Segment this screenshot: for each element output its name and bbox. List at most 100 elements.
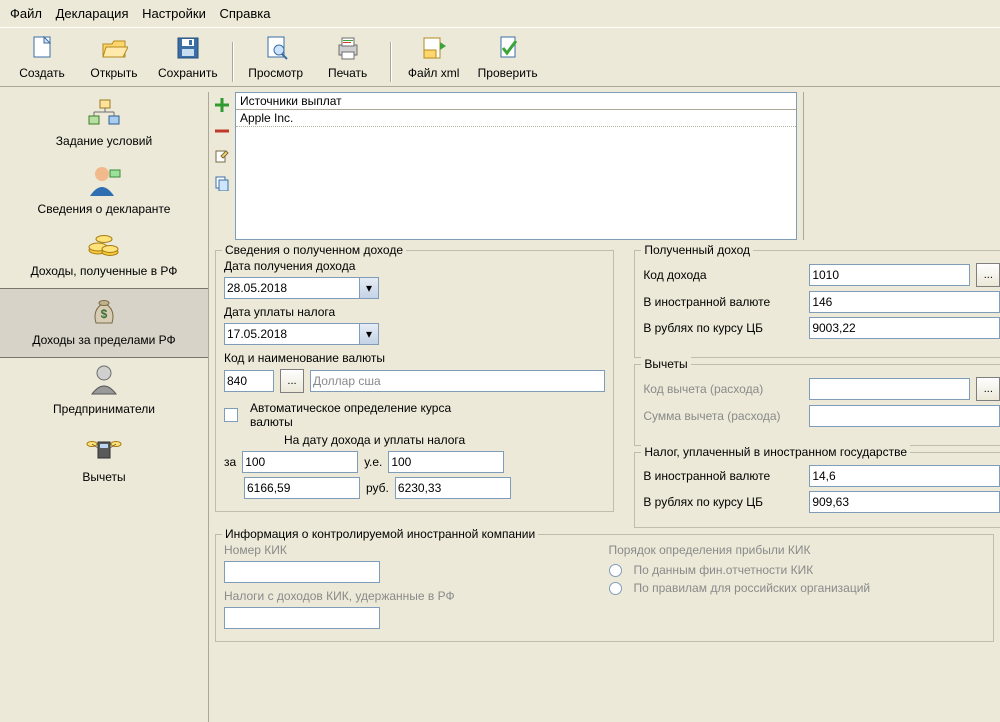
auto-rate-checkbox[interactable] bbox=[224, 408, 238, 422]
sidebar-income-rf-label: Доходы, полученные в РФ bbox=[31, 264, 178, 278]
currency-code-input[interactable] bbox=[224, 370, 274, 392]
income-code-input[interactable] bbox=[809, 264, 970, 286]
gb-deductions-title: Вычеты bbox=[641, 357, 690, 371]
gb-kik: Информация о контролируемой иностранной … bbox=[215, 534, 994, 642]
preview-label: Просмотр bbox=[248, 66, 303, 80]
currency-name-input bbox=[310, 370, 605, 392]
income-rub-label: В рублях по курсу ЦБ bbox=[643, 321, 803, 335]
print-label: Печать bbox=[328, 66, 367, 80]
currency-lookup-button[interactable]: ... bbox=[280, 369, 304, 393]
sidebar-deductions[interactable]: Вычеты bbox=[0, 426, 208, 494]
date-tax-input[interactable] bbox=[224, 323, 360, 345]
sidebar-deductions-label: Вычеты bbox=[82, 470, 125, 484]
income-code-lookup-button[interactable]: ... bbox=[976, 263, 1000, 287]
edit-source-icon[interactable] bbox=[213, 148, 231, 166]
income-code-label: Код дохода bbox=[643, 268, 803, 282]
menu-declaration[interactable]: Декларация bbox=[56, 6, 129, 21]
sources-header: Источники выплат bbox=[236, 93, 796, 110]
ftax-fx-input[interactable] bbox=[809, 465, 1000, 487]
save-label: Сохранить bbox=[158, 66, 218, 80]
print-button[interactable]: Печать bbox=[312, 32, 384, 82]
gb-kik-title: Информация о контролируемой иностранной … bbox=[222, 527, 538, 541]
kik-order-label: Порядок определения прибыли КИК bbox=[609, 543, 986, 557]
ftax-rub-label: В рублях по курсу ЦБ bbox=[643, 495, 803, 509]
date-tax-combo[interactable]: ▾ bbox=[224, 323, 379, 345]
gb-foreign-tax-title: Налог, уплаченный в иностранном государс… bbox=[641, 445, 910, 459]
check-label: Проверить bbox=[478, 66, 538, 80]
create-button[interactable]: Создать bbox=[6, 32, 78, 82]
deduction-code-lookup-button[interactable]: ... bbox=[976, 377, 1000, 401]
sources-list[interactable]: Источники выплат Apple Inc. bbox=[235, 92, 797, 240]
main-area: Источники выплат Apple Inc. Сведения о п… bbox=[209, 92, 1000, 722]
income-rub-input[interactable] bbox=[809, 317, 1000, 339]
toolbar-separator bbox=[232, 42, 234, 82]
gb-received-income: Полученный доход Код дохода ... В иностр… bbox=[634, 250, 1000, 358]
toolbar-separator bbox=[390, 42, 392, 82]
svg-text:$: $ bbox=[101, 307, 108, 321]
income-fx-input[interactable] bbox=[809, 291, 1000, 313]
copy-source-icon[interactable] bbox=[213, 174, 231, 192]
gb-received-income-title: Полученный доход bbox=[641, 243, 753, 257]
sidebar-declarant[interactable]: Сведения о декларанте bbox=[0, 158, 208, 226]
sidebar-conditions[interactable]: Задание условий bbox=[0, 92, 208, 158]
deduction-code-input bbox=[809, 378, 970, 400]
rate-for-input[interactable] bbox=[242, 451, 358, 473]
rate-ue-label: у.е. bbox=[364, 455, 382, 469]
remove-source-icon[interactable] bbox=[213, 122, 231, 140]
source-row[interactable]: Apple Inc. bbox=[236, 110, 796, 127]
sidebar-income-abroad[interactable]: $ Доходы за пределами РФ bbox=[0, 288, 208, 358]
gb-income-info-title: Сведения о полученном доходе bbox=[222, 243, 406, 257]
date-tax-label: Дата уплаты налога bbox=[224, 305, 605, 319]
ftax-rub-input[interactable] bbox=[809, 491, 1000, 513]
currency-code-label: Код и наименование валюты bbox=[224, 351, 605, 365]
open-button[interactable]: Открыть bbox=[78, 32, 150, 82]
kik-num-input bbox=[224, 561, 380, 583]
gb-deductions: Вычеты Код вычета (расхода) ... Сумма вы… bbox=[634, 364, 1000, 446]
rate-rub-label: руб. bbox=[366, 481, 389, 495]
chevron-down-icon[interactable]: ▾ bbox=[360, 323, 379, 345]
kik-opt1-label: По данным фин.отчетности КИК bbox=[634, 563, 814, 577]
add-source-icon[interactable] bbox=[213, 96, 231, 114]
menu-file[interactable]: Файл bbox=[10, 6, 42, 21]
auto-rate-label: Автоматическое определение курса валюты bbox=[250, 401, 490, 429]
source-side-filler bbox=[803, 92, 1000, 240]
kik-opt1-radio[interactable] bbox=[609, 564, 622, 577]
kik-opt2-radio[interactable] bbox=[609, 582, 622, 595]
rate-val2-input[interactable] bbox=[395, 477, 511, 499]
chevron-down-icon[interactable]: ▾ bbox=[360, 277, 379, 299]
rate-za-label: за bbox=[224, 455, 236, 469]
kik-opt2-label: По правилам для российских организаций bbox=[634, 581, 871, 595]
menu-settings[interactable]: Настройки bbox=[142, 6, 206, 21]
date-recv-input[interactable] bbox=[224, 277, 360, 299]
sidebar-declarant-label: Сведения о декларанте bbox=[38, 202, 171, 216]
check-button[interactable]: Проверить bbox=[470, 32, 546, 82]
rate-val1-input[interactable] bbox=[244, 477, 360, 499]
deduction-sum-label: Сумма вычета (расхода) bbox=[643, 409, 803, 423]
deduction-code-label: Код вычета (расхода) bbox=[643, 382, 803, 396]
date-recv-combo[interactable]: ▾ bbox=[224, 277, 379, 299]
toolbar: Создать Открыть Сохранить Просмотр Печат… bbox=[0, 27, 1000, 87]
kik-tax-label: Налоги с доходов КИК, удержанные в РФ bbox=[224, 589, 601, 603]
kik-tax-input bbox=[224, 607, 380, 629]
gb-foreign-tax: Налог, уплаченный в иностранном государс… bbox=[634, 452, 1000, 528]
sidebar-entrepreneurs[interactable]: Предприниматели bbox=[0, 358, 208, 426]
xml-label: Файл xml bbox=[408, 66, 460, 80]
deduction-sum-input bbox=[809, 405, 1000, 427]
rate-ue-input[interactable] bbox=[388, 451, 504, 473]
menu-help[interactable]: Справка bbox=[219, 6, 270, 21]
save-button[interactable]: Сохранить bbox=[150, 32, 226, 82]
preview-button[interactable]: Просмотр bbox=[240, 32, 312, 82]
income-fx-label: В иностранной валюте bbox=[643, 295, 803, 309]
create-label: Создать bbox=[19, 66, 65, 80]
menu-bar: Файл Декларация Настройки Справка bbox=[0, 0, 1000, 27]
sidebar-conditions-label: Задание условий bbox=[56, 134, 152, 148]
open-label: Открыть bbox=[90, 66, 137, 80]
sidebar: Задание условий Сведения о декларанте До… bbox=[0, 92, 209, 722]
date-recv-label: Дата получения дохода bbox=[224, 259, 605, 273]
source-tools bbox=[209, 92, 235, 240]
gb-income-info: Сведения о полученном доходе Дата получе… bbox=[215, 250, 614, 512]
xml-button[interactable]: Файл xml bbox=[398, 32, 470, 82]
sidebar-entrepreneurs-label: Предприниматели bbox=[53, 402, 155, 416]
ftax-fx-label: В иностранной валюте bbox=[643, 469, 803, 483]
sidebar-income-rf[interactable]: Доходы, полученные в РФ bbox=[0, 226, 208, 288]
